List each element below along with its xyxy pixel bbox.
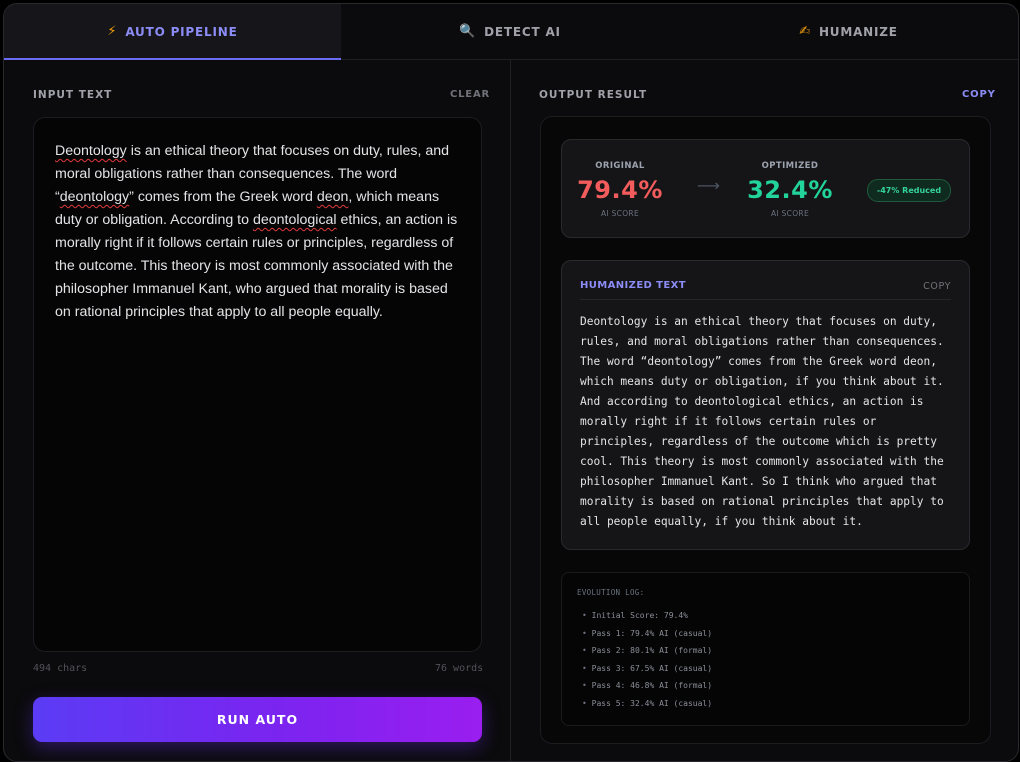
tab-label: DETECT AI	[484, 24, 561, 39]
lightning-icon: ⚡	[107, 24, 118, 39]
log-item: Pass 2: 80.1% AI (formal)	[582, 642, 712, 660]
humanized-separator	[580, 299, 951, 300]
input-text-label: INPUT TEXT	[33, 89, 113, 101]
panel-divider	[510, 60, 511, 761]
original-score: 79.4%	[577, 176, 663, 204]
original-sub: AI SCORE	[601, 209, 639, 218]
optimized-label: OPTIMIZED	[761, 161, 819, 171]
log-item: Pass 4: 46.8% AI (formal)	[582, 677, 712, 695]
magnifier-icon: 🔍	[459, 24, 477, 39]
app-window: ⚡ AUTO PIPELINE 🔍 DETECT AI ✍ HUMANIZE I…	[3, 3, 1019, 762]
text-segment: ethics, an action is morally right if it…	[55, 212, 458, 320]
copy-humanized-button[interactable]: COPY	[923, 281, 951, 292]
misspelled-word: deontology	[59, 189, 130, 205]
input-textarea[interactable]: Deontology is an ethical theory that foc…	[33, 117, 482, 652]
misspelled-word: Deontology	[55, 143, 127, 159]
score-card: ORIGINAL 79.4% AI SCORE ⟶ OPTIMIZED 32.4…	[561, 139, 970, 238]
log-item: Initial Score: 79.4%	[582, 607, 712, 625]
tab-label: AUTO PIPELINE	[125, 24, 238, 39]
optimized-score: 32.4%	[747, 176, 833, 204]
evolution-log: EVOLUTION LOG: Initial Score: 79.4% Pass…	[561, 572, 970, 726]
input-text-content[interactable]: Deontology is an ethical theory that foc…	[55, 140, 465, 324]
misspelled-word: deon	[316, 189, 349, 205]
tab-label: HUMANIZE	[818, 24, 898, 39]
tab-humanize[interactable]: ✍ HUMANIZE	[679, 4, 1018, 59]
clear-button[interactable]: CLEAR	[450, 89, 490, 100]
output-panel: ORIGINAL 79.4% AI SCORE ⟶ OPTIMIZED 32.4…	[540, 116, 991, 744]
misspelled-word: deontological	[252, 212, 337, 228]
log-item: Pass 3: 67.5% AI (casual)	[582, 660, 712, 678]
char-count: 494 chars	[33, 663, 88, 674]
tab-detect-ai[interactable]: 🔍 DETECT AI	[341, 4, 679, 59]
output-result-label: OUTPUT RESULT	[539, 89, 648, 101]
humanized-title: HUMANIZED TEXT	[580, 280, 686, 291]
log-title: EVOLUTION LOG:	[577, 588, 645, 597]
tab-auto-pipeline[interactable]: ⚡ AUTO PIPELINE	[4, 4, 341, 60]
original-label: ORIGINAL	[595, 161, 645, 171]
copy-output-button[interactable]: COPY	[962, 89, 996, 100]
optimized-sub: AI SCORE	[771, 209, 809, 218]
humanized-card: HUMANIZED TEXT COPY Deontology is an eth…	[561, 260, 970, 550]
log-item: Pass 5: 32.4% AI (casual)	[582, 695, 712, 713]
word-count: 76 words	[435, 663, 484, 674]
writing-hand-icon: ✍	[799, 24, 811, 39]
tab-bar: ⚡ AUTO PIPELINE 🔍 DETECT AI ✍ HUMANIZE	[4, 4, 1018, 60]
arrow-right-icon: ⟶	[697, 176, 720, 195]
humanized-text: Deontology is an ethical theory that foc…	[580, 315, 944, 528]
log-list: Initial Score: 79.4% Pass 1: 79.4% AI (c…	[582, 607, 712, 712]
log-item: Pass 1: 79.4% AI (casual)	[582, 625, 712, 643]
run-auto-button[interactable]: RUN AUTO	[33, 697, 482, 742]
text-segment: ” comes from the Greek word	[129, 189, 317, 205]
reduction-badge: -47% Reduced	[867, 179, 951, 202]
